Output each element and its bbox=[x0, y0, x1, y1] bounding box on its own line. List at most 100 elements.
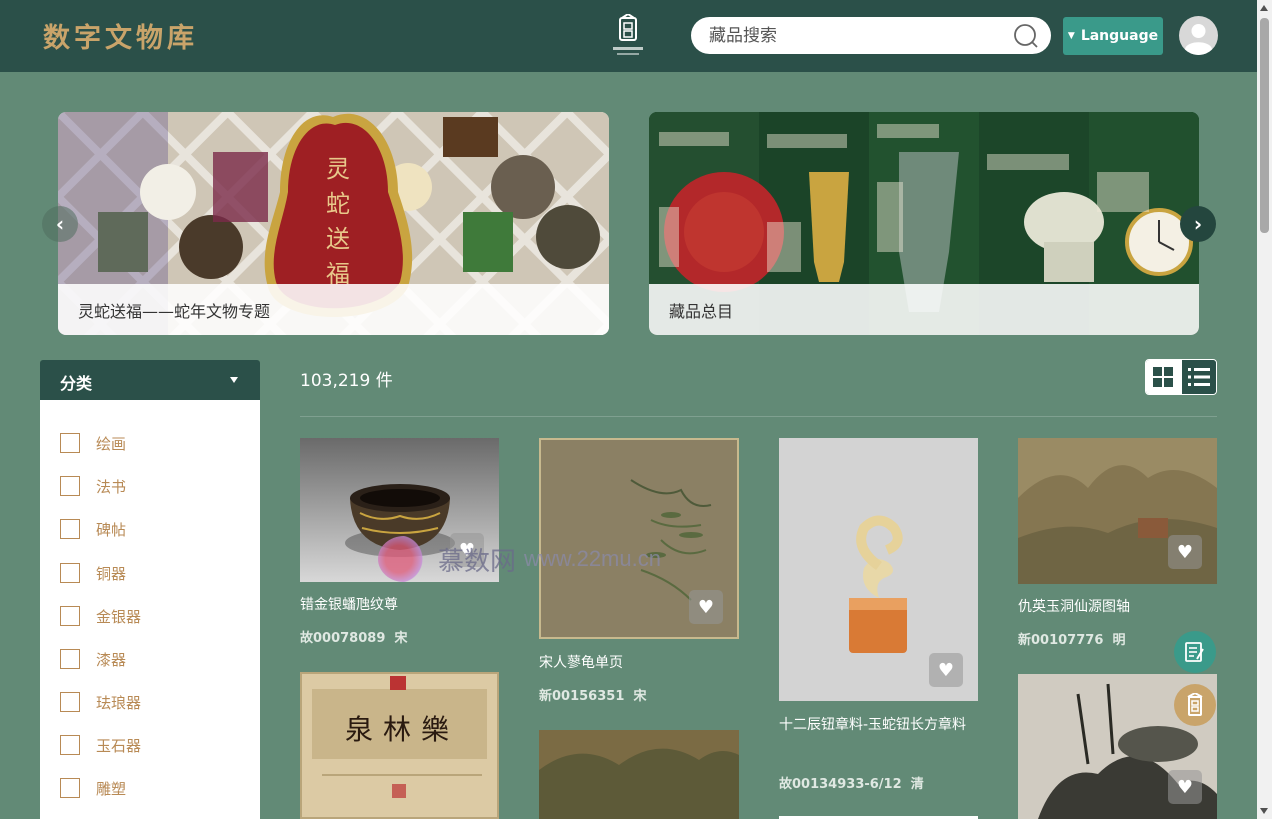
favorite-button[interactable]: ♥ bbox=[1168, 770, 1202, 804]
caret-down-icon bbox=[230, 377, 238, 383]
search-icon[interactable] bbox=[1013, 23, 1039, 49]
card-dynasty: 宋 bbox=[394, 631, 408, 646]
grid-view-button[interactable] bbox=[1146, 360, 1181, 394]
watermark-url: www.22mu.cn bbox=[524, 546, 661, 571]
card-dynasty: 清 bbox=[910, 777, 924, 792]
language-label: Language bbox=[1080, 28, 1159, 44]
checkbox[interactable] bbox=[60, 649, 80, 669]
carousel-next-button[interactable]: › bbox=[1180, 206, 1216, 242]
scroll-up-arrow-icon[interactable] bbox=[1260, 5, 1268, 11]
category-heading: 分类 bbox=[60, 374, 93, 393]
heart-icon: ♥ bbox=[1176, 776, 1194, 798]
card-number: 新00107776 bbox=[1018, 633, 1104, 648]
card-title[interactable]: 错金银蟠虺纹尊 bbox=[300, 592, 398, 618]
svg-text:灵: 灵 bbox=[326, 155, 350, 183]
site-title[interactable]: 数字文物库 bbox=[43, 16, 198, 55]
grid-icon bbox=[1153, 367, 1174, 387]
chevron-right-icon: › bbox=[1193, 212, 1203, 236]
card-dynasty: 明 bbox=[1112, 633, 1126, 648]
checkbox[interactable] bbox=[60, 735, 80, 755]
card-meta: 新00107776 明 bbox=[1018, 629, 1125, 648]
language-button[interactable]: ▼ Language bbox=[1063, 17, 1163, 55]
watermark-name: 慕数网 bbox=[438, 546, 517, 577]
card-number: 新00156351 bbox=[539, 689, 625, 704]
landscape-painting-artwork bbox=[539, 730, 739, 819]
category-label: 玉石器 bbox=[96, 736, 142, 755]
watermark-logo-icon bbox=[378, 536, 430, 582]
collection-card-image[interactable] bbox=[539, 730, 739, 819]
card-title[interactable]: 宋人蓼龟单页 bbox=[539, 650, 623, 676]
category-item[interactable]: 金银器 bbox=[60, 605, 141, 627]
banner-caption: 灵蛇送福——蛇年文物专题 bbox=[58, 284, 609, 335]
card-dynasty: 宋 bbox=[633, 689, 647, 704]
chevron-left-icon: ‹ bbox=[55, 212, 65, 236]
category-item[interactable]: 玉石器 bbox=[60, 734, 141, 756]
banner-snake-year[interactable]: 灵 蛇 送 福 灵蛇送福——蛇年文物专题 bbox=[58, 112, 609, 335]
caret-down-icon: ▼ bbox=[1067, 31, 1075, 41]
heart-icon: ♥ bbox=[697, 596, 715, 618]
calligraphy-text: 泉林樂 bbox=[345, 713, 459, 746]
category-filter-header[interactable]: 分类 bbox=[40, 360, 260, 400]
view-toggle bbox=[1145, 359, 1217, 395]
category-item[interactable]: 碑帖 bbox=[60, 518, 126, 540]
card-meta: 故00078089 宋 bbox=[300, 627, 407, 646]
page-scrollbar[interactable] bbox=[1257, 0, 1272, 819]
checkbox[interactable] bbox=[60, 606, 80, 626]
edit-notes-icon bbox=[1185, 642, 1204, 662]
favorite-button[interactable]: ♥ bbox=[689, 590, 723, 624]
collection-card-image[interactable]: 泉林樂 bbox=[300, 672, 499, 819]
svg-text:送: 送 bbox=[326, 225, 350, 253]
scroll-thumb[interactable] bbox=[1260, 18, 1269, 233]
list-icon bbox=[1187, 368, 1210, 386]
list-view-button[interactable] bbox=[1180, 360, 1216, 394]
card-meta: 新00156351 宋 bbox=[539, 685, 646, 704]
palace-museum-logo-icon[interactable] bbox=[609, 14, 647, 60]
category-item[interactable]: 绘画 bbox=[60, 432, 126, 454]
favorite-button[interactable]: ♥ bbox=[1168, 535, 1202, 569]
category-label: 金银器 bbox=[96, 607, 142, 626]
card-title[interactable]: 十二辰钮章料-玉蛇钮长方章料 bbox=[779, 712, 978, 738]
calligraphy-artwork: 泉林樂 bbox=[302, 674, 497, 817]
category-item[interactable]: 法书 bbox=[60, 475, 126, 497]
search-input[interactable] bbox=[709, 24, 999, 48]
category-label: 珐琅器 bbox=[96, 693, 142, 712]
heart-icon: ♥ bbox=[937, 659, 955, 681]
banner-collection-catalog[interactable]: 藏品总目 bbox=[649, 112, 1199, 335]
site-watermark: 慕数网 www.22mu.cn bbox=[378, 536, 661, 582]
category-label: 绘画 bbox=[96, 434, 127, 453]
category-item[interactable]: 雕塑 bbox=[60, 777, 126, 799]
carousel-prev-button[interactable]: ‹ bbox=[42, 206, 78, 242]
heart-icon: ♥ bbox=[1176, 541, 1194, 563]
svg-text:蛇: 蛇 bbox=[326, 190, 350, 218]
museum-button[interactable] bbox=[1174, 684, 1216, 726]
category-label: 铜器 bbox=[96, 564, 127, 583]
card-meta: 故00134933-6/12 清 bbox=[779, 773, 924, 792]
notes-button[interactable] bbox=[1174, 631, 1216, 673]
banner-caption: 藏品总目 bbox=[649, 284, 1199, 335]
checkbox[interactable] bbox=[60, 433, 80, 453]
result-count: 103,219 件 bbox=[300, 371, 393, 391]
top-header: 数字文物库 ▼ Language bbox=[0, 0, 1257, 72]
category-label: 碑帖 bbox=[96, 520, 127, 539]
checkbox[interactable] bbox=[60, 476, 80, 496]
category-item[interactable]: 铜器 bbox=[60, 562, 126, 584]
checkbox[interactable] bbox=[60, 519, 80, 539]
category-item[interactable]: 珐琅器 bbox=[60, 691, 141, 713]
favorite-button[interactable]: ♥ bbox=[929, 653, 963, 687]
checkbox[interactable] bbox=[60, 692, 80, 712]
category-label: 漆器 bbox=[96, 650, 127, 669]
scroll-down-arrow-icon[interactable] bbox=[1260, 808, 1268, 814]
category-item[interactable]: 漆器 bbox=[60, 648, 126, 670]
palace-museum-icon bbox=[1187, 693, 1203, 716]
checkbox[interactable] bbox=[60, 778, 80, 798]
search-box bbox=[691, 17, 1051, 54]
card-number: 故00134933-6/12 bbox=[779, 777, 902, 792]
user-icon bbox=[1185, 24, 1212, 55]
category-label: 雕塑 bbox=[96, 779, 127, 798]
card-number: 故00078089 bbox=[300, 631, 386, 646]
card-title[interactable]: 仇英玉洞仙源图轴 bbox=[1018, 594, 1130, 620]
category-filter-panel: 绘画 法书 碑帖 铜器 金银器 漆器 珐琅器 玉石器 雕塑 bbox=[40, 400, 260, 819]
checkbox[interactable] bbox=[60, 563, 80, 583]
results-divider bbox=[300, 416, 1217, 417]
user-avatar[interactable] bbox=[1179, 16, 1218, 55]
